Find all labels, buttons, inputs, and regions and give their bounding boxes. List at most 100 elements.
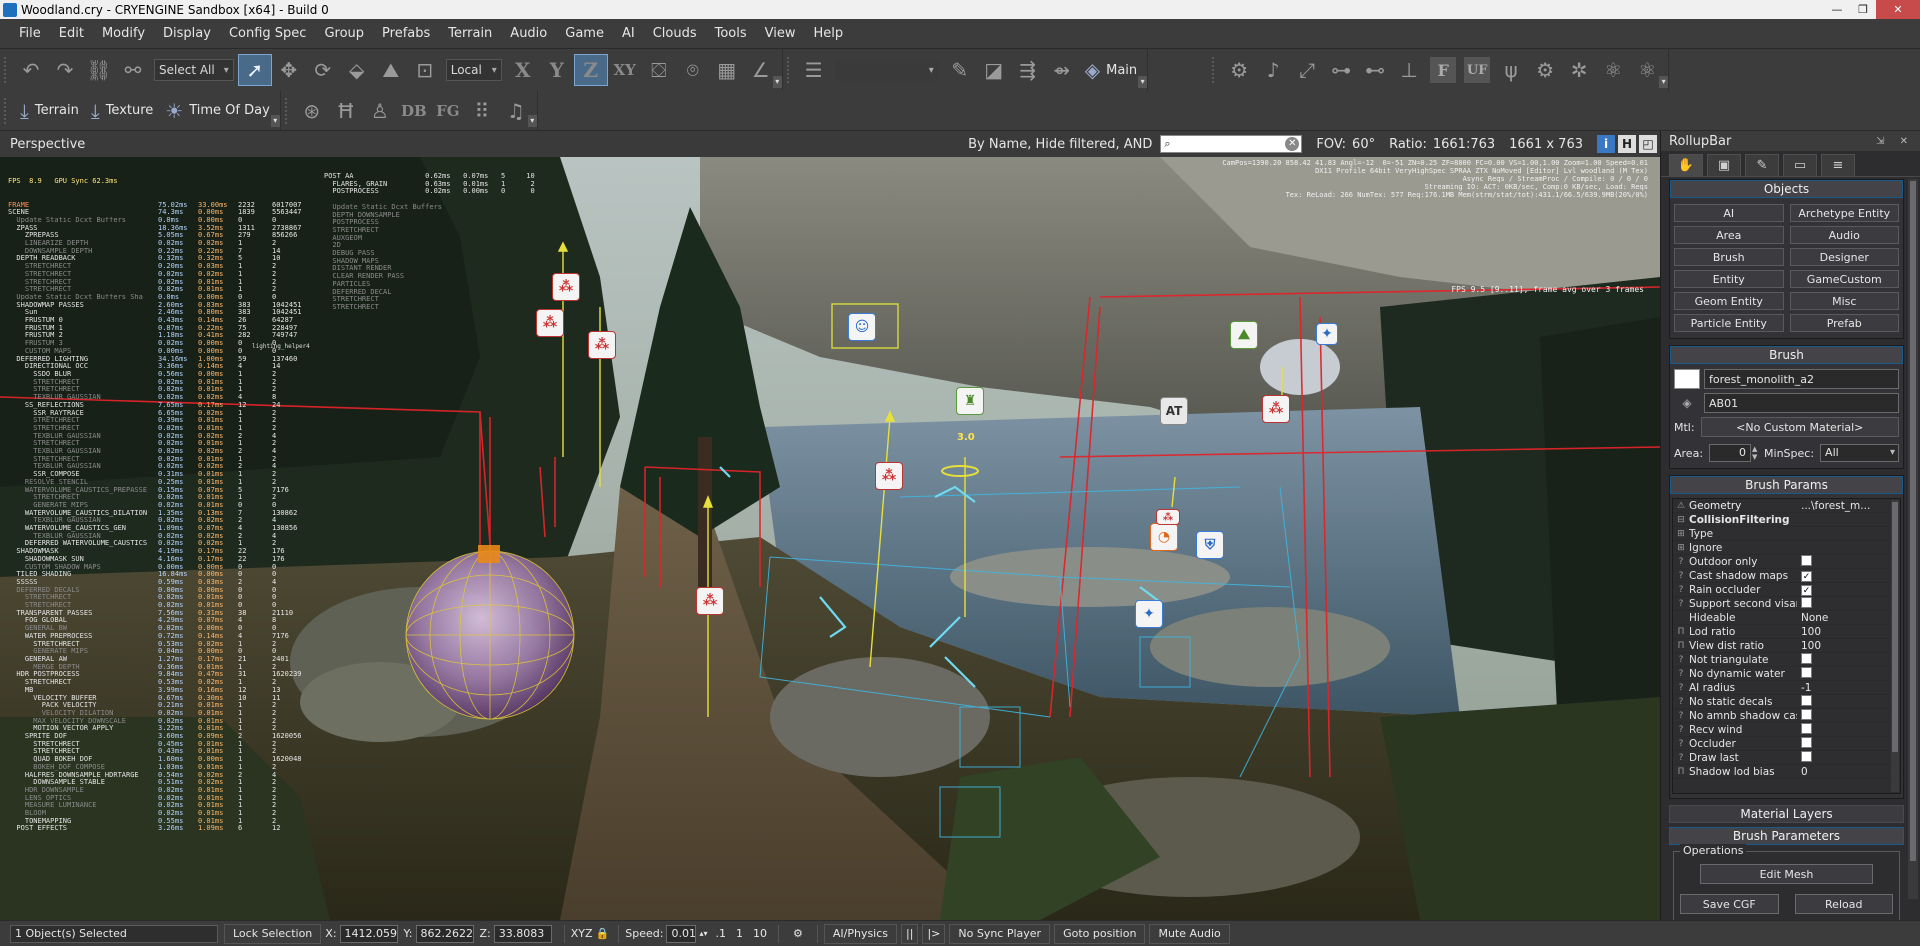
clear-search-icon[interactable]: ✕ — [1285, 137, 1300, 151]
param-checkbox[interactable] — [1801, 750, 1812, 762]
param-checkbox[interactable] — [1801, 722, 1812, 734]
redo-icon[interactable]: ↷ — [48, 54, 82, 86]
character-tool-icon[interactable]: Ħ — [329, 95, 363, 127]
tab-terrain[interactable]: ▣ — [1707, 154, 1741, 176]
material-icon[interactable]: ⊛ — [295, 95, 329, 127]
resolution-value[interactable]: 1661 x 763 — [1509, 137, 1583, 152]
particle-helper-icon[interactable]: ⁂ — [536, 309, 564, 337]
toolbar-overflow[interactable]: ▾ — [1138, 76, 1148, 88]
import-icon[interactable]: ⇴ — [1045, 54, 1079, 86]
menu-config-spec[interactable]: Config Spec — [220, 19, 316, 49]
param-value[interactable] — [1797, 750, 1900, 765]
unlink-icon[interactable]: ⚯ — [116, 54, 150, 86]
toolbar-grip[interactable] — [284, 97, 291, 124]
move-tool-icon[interactable]: ✥ — [272, 54, 306, 86]
brush-parameters-header[interactable]: Brush Parameters — [1669, 827, 1904, 845]
param-checkbox[interactable] — [1801, 652, 1812, 664]
shield-helper-icon[interactable]: ⛨ — [1196, 531, 1224, 559]
param-row[interactable]: ? Outdoor only — [1673, 554, 1900, 569]
layer-field[interactable]: AB01 — [1704, 393, 1899, 413]
params-scroll-thumb[interactable] — [1892, 502, 1898, 752]
menu-clouds[interactable]: Clouds — [644, 19, 706, 49]
object-prefab-button[interactable]: Prefab — [1789, 314, 1899, 332]
param-value[interactable] — [1797, 666, 1900, 681]
main-layer-button[interactable]: ◈ Main — [1079, 54, 1143, 86]
param-value[interactable] — [1797, 708, 1900, 723]
particle-helper-icon[interactable]: ⁂ — [1262, 395, 1290, 423]
object-brush-button[interactable]: Brush — [1674, 248, 1784, 266]
toolbar-grip[interactable] — [786, 57, 793, 83]
menu-tools[interactable]: Tools — [706, 19, 756, 49]
param-icon[interactable]: ⊞ — [1673, 529, 1689, 539]
toolbar-grip[interactable] — [1212, 57, 1218, 83]
flowgraph-icon[interactable]: ⊷ — [1358, 54, 1392, 86]
speed-spinner[interactable]: ▴▾ — [699, 929, 707, 938]
atom-icon[interactable]: ⚛ — [1596, 54, 1630, 86]
physics-icon[interactable]: ⚙ — [1222, 54, 1256, 86]
param-icon[interactable]: ⊟ — [1673, 515, 1689, 525]
object-designer-button[interactable]: Designer — [1789, 248, 1899, 266]
param-checkbox[interactable] — [1801, 666, 1812, 678]
z-coordinate-field[interactable]: 33.8083 — [493, 924, 552, 943]
object-geom-entity-button[interactable]: Geom Entity — [1674, 292, 1784, 310]
snap-object-icon[interactable]: ⊡ — [408, 54, 442, 86]
helpers-button[interactable]: H — [1618, 135, 1636, 153]
speed-preset-1[interactable]: 1 — [736, 927, 743, 940]
menu-view[interactable]: View — [756, 19, 805, 49]
graph-icon[interactable]: ⊶ — [1324, 54, 1358, 86]
param-row[interactable]: ? Cast shadow maps ✓ — [1673, 569, 1900, 583]
toolbar-grip[interactable] — [4, 57, 10, 83]
param-row[interactable]: ? Support second visarea — [1673, 596, 1900, 611]
object-particle-entity-button[interactable]: Particle Entity — [1674, 314, 1784, 332]
menu-group[interactable]: Group — [315, 19, 373, 49]
particle-helper-icon[interactable]: ⁂ — [588, 331, 616, 359]
layer-list-icon[interactable]: ☰ — [797, 54, 831, 86]
toolbar-overflow[interactable]: ▾ — [772, 76, 782, 88]
param-checkbox[interactable] — [1801, 694, 1812, 706]
param-value[interactable]: 100 — [1797, 640, 1900, 652]
object-area-button[interactable]: Area — [1674, 226, 1784, 244]
param-row[interactable]: ? No static decals — [1673, 694, 1900, 709]
menu-prefabs[interactable]: Prefabs — [373, 19, 439, 49]
select-tool-icon[interactable]: ➚ — [237, 54, 272, 86]
ui-editor-icon[interactable]: ψ — [1494, 54, 1528, 86]
param-checkbox[interactable] — [1801, 708, 1812, 720]
sound-helper-icon[interactable]: ◔ — [1150, 523, 1178, 551]
link-icon[interactable]: ⛓ — [82, 54, 116, 86]
param-row[interactable]: Hideable None — [1673, 611, 1900, 625]
info-button[interactable]: i — [1597, 135, 1615, 153]
param-row[interactable]: ⚠ Geometry ...\forest_m... — [1673, 499, 1900, 513]
x-coordinate-field[interactable]: 1412.059 — [339, 924, 398, 943]
param-value[interactable]: ...\forest_m... — [1797, 500, 1900, 512]
tab-layers[interactable]: ≡ — [1821, 154, 1855, 176]
params-scrollbar[interactable] — [1891, 500, 1899, 792]
param-row[interactable]: ⊞ Type — [1673, 527, 1900, 541]
param-value[interactable] — [1797, 554, 1900, 569]
tab-objects[interactable]: ✋ — [1669, 154, 1703, 176]
material-button[interactable]: <No Custom Material> — [1700, 417, 1899, 437]
menu-file[interactable]: File — [10, 19, 50, 49]
texture-button[interactable]: ⤓ Texture — [85, 95, 159, 127]
brush-params-header[interactable]: Brush Params — [1670, 476, 1903, 494]
axis-x-button[interactable]: X — [506, 54, 540, 86]
share-icon[interactable]: ⤢ — [1290, 54, 1324, 86]
material-layers-header[interactable]: Material Layers — [1669, 805, 1904, 823]
param-value[interactable] — [1797, 694, 1900, 709]
font-uf-icon[interactable]: UF — [1464, 57, 1491, 83]
brush-header[interactable]: Brush — [1670, 346, 1903, 364]
scale-tool-icon[interactable]: ⬙ — [340, 54, 374, 86]
entity-helper-icon[interactable]: ✦ — [1316, 323, 1338, 345]
rollup-scrollbar[interactable] — [1908, 179, 1918, 899]
save-cgf-button[interactable]: Save CGF — [1680, 894, 1779, 914]
toolbar-overflow[interactable]: ▾ — [527, 115, 537, 127]
object-color-swatch[interactable] — [1674, 369, 1700, 389]
toolbar-overflow[interactable]: ▾ — [1659, 76, 1669, 88]
menu-terrain[interactable]: Terrain — [439, 19, 501, 49]
search-input[interactable] — [1170, 136, 1281, 152]
param-row[interactable]: ⊟ CollisionFiltering — [1673, 513, 1900, 527]
ratio-value[interactable]: 1661:763 — [1433, 137, 1495, 152]
objects-header[interactable]: Objects — [1670, 180, 1903, 198]
coord-system-dropdown[interactable]: Local — [445, 59, 502, 81]
rotate-tool-icon[interactable]: ⟳ — [306, 54, 340, 86]
object-ai-button[interactable]: AI — [1674, 204, 1784, 222]
